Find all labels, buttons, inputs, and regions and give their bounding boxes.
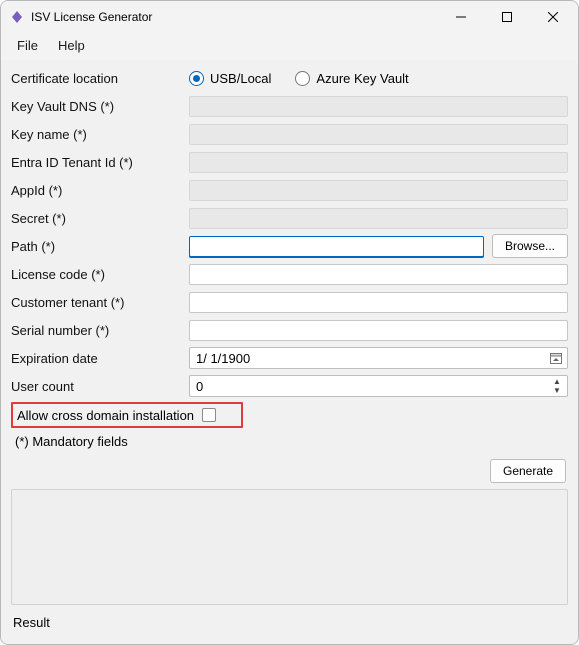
row-cert-location: Certificate location USB/Local Azure Key…	[11, 64, 568, 92]
generate-button[interactable]: Generate	[490, 459, 566, 483]
browse-button[interactable]: Browse...	[492, 234, 568, 258]
app-window: ISV License Generator File Help Certific…	[0, 0, 579, 645]
label-tenant-id: Entra ID Tenant Id (*)	[11, 155, 189, 170]
input-expiration-date[interactable]: 1/ 1/1900	[189, 347, 568, 369]
input-tenant-id	[189, 152, 568, 173]
spinner-up[interactable]: ▲	[549, 377, 565, 386]
maximize-button[interactable]	[484, 2, 530, 32]
row-path: Path (*) Browse...	[11, 232, 568, 260]
row-tenant-id: Entra ID Tenant Id (*)	[11, 148, 568, 176]
input-serial-number[interactable]	[189, 320, 568, 341]
radio-usb-local[interactable]: USB/Local	[189, 71, 271, 86]
label-key-vault-dns: Key Vault DNS (*)	[11, 99, 189, 114]
label-cert-location: Certificate location	[11, 71, 189, 86]
input-license-code[interactable]	[189, 264, 568, 285]
app-icon	[9, 9, 25, 25]
radio-azure-label: Azure Key Vault	[316, 71, 408, 86]
spinner-down[interactable]: ▼	[549, 386, 565, 395]
row-license-code: License code (*)	[11, 260, 568, 288]
expiration-date-value: 1/ 1/1900	[196, 351, 250, 366]
close-button[interactable]	[530, 2, 576, 32]
row-allow-cross-highlight: Allow cross domain installation	[11, 402, 243, 428]
row-key-vault-dns: Key Vault DNS (*)	[11, 92, 568, 120]
input-secret	[189, 208, 568, 229]
client-area: Certificate location USB/Local Azure Key…	[1, 60, 578, 644]
row-user-count: User count 0 ▲ ▼	[11, 372, 568, 400]
label-user-count: User count	[11, 379, 189, 394]
label-result: Result	[11, 605, 568, 634]
row-app-id: AppId (*)	[11, 176, 568, 204]
input-customer-tenant[interactable]	[189, 292, 568, 313]
row-generate: Generate	[11, 451, 568, 489]
radio-dot-icon	[295, 71, 310, 86]
window-title: ISV License Generator	[31, 10, 152, 24]
label-customer-tenant: Customer tenant (*)	[11, 295, 189, 310]
input-user-count[interactable]: 0 ▲ ▼	[189, 375, 568, 397]
radio-azure-key-vault[interactable]: Azure Key Vault	[295, 71, 408, 86]
label-secret: Secret (*)	[11, 211, 189, 226]
row-customer-tenant: Customer tenant (*)	[11, 288, 568, 316]
menubar: File Help	[1, 33, 578, 60]
label-key-name: Key name (*)	[11, 127, 189, 142]
label-serial-number: Serial number (*)	[11, 323, 189, 338]
row-expiration-date: Expiration date 1/ 1/1900	[11, 344, 568, 372]
titlebar: ISV License Generator	[1, 1, 578, 33]
label-allow-cross: Allow cross domain installation	[17, 408, 194, 423]
input-key-name	[189, 124, 568, 145]
mandatory-note: (*) Mandatory fields	[11, 428, 568, 451]
radio-dot-icon	[189, 71, 204, 86]
input-app-id	[189, 180, 568, 201]
minimize-button[interactable]	[438, 2, 484, 32]
input-path[interactable]	[189, 236, 484, 257]
menu-file[interactable]: File	[7, 35, 48, 56]
radio-usb-local-label: USB/Local	[210, 71, 271, 86]
result-area	[11, 489, 568, 605]
user-count-value: 0	[196, 379, 203, 394]
label-expiration-date: Expiration date	[11, 351, 189, 366]
checkbox-allow-cross[interactable]	[202, 408, 216, 422]
row-secret: Secret (*)	[11, 204, 568, 232]
calendar-icon[interactable]	[547, 349, 565, 367]
label-license-code: License code (*)	[11, 267, 189, 282]
label-app-id: AppId (*)	[11, 183, 189, 198]
input-key-vault-dns	[189, 96, 568, 117]
label-path: Path (*)	[11, 239, 189, 254]
menu-help[interactable]: Help	[48, 35, 95, 56]
row-serial-number: Serial number (*)	[11, 316, 568, 344]
cert-location-radio-group: USB/Local Azure Key Vault	[189, 71, 409, 86]
row-key-name: Key name (*)	[11, 120, 568, 148]
